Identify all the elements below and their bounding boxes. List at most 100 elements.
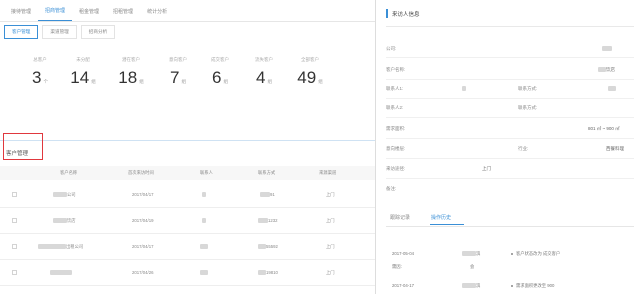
field-label-floor: 意向楼层: xyxy=(386,146,406,151)
stat-value: 6 xyxy=(212,68,222,87)
field-label-industry: 行业: xyxy=(518,146,529,151)
stat-closed[interactable]: 成交客户 6组 xyxy=(200,57,240,88)
column-header-name[interactable]: 客户名称 xyxy=(60,170,77,176)
visitor-detail-pane: 来访人信息 公司: 客户名称: 饮店 联系人1: 联系方式: 联系人2: 联系方… xyxy=(376,0,640,294)
stat-label: 潜在客户 xyxy=(122,57,140,62)
column-header-contact[interactable]: 联系人 xyxy=(200,170,213,176)
stat-unit: 组 xyxy=(267,79,272,84)
cell-source: 上门 xyxy=(326,192,335,197)
tab-investment[interactable]: 招商管理 xyxy=(38,7,73,21)
field-value-area: 801 ㎡ ~ 900 ㎡ xyxy=(588,126,620,131)
table-row[interactable]: 公司 2017/04/17 91 上门 xyxy=(0,183,375,208)
stat-label: 成交客户 xyxy=(211,57,229,62)
log-user: 滨 xyxy=(476,251,481,256)
table-row[interactable]: 2017/04/26 19810 上门 xyxy=(0,261,375,286)
app-root: 接待管理 招商管理 租金管理 招租管理 统计分析 客户管理 渠道管理 招商分析 … xyxy=(0,0,640,294)
redacted-text xyxy=(38,244,66,250)
redacted-text xyxy=(53,192,67,198)
cell-name: 公司 xyxy=(67,192,76,197)
field-value-industry: 西餐料理 xyxy=(606,146,624,151)
header-divider xyxy=(386,26,634,27)
log-date: 2017-05-04 xyxy=(392,251,414,256)
field-label-area: 需求面积: xyxy=(386,126,406,131)
tab-statistics[interactable]: 统计分析 xyxy=(140,8,174,21)
cell-date: 2017/04/19 xyxy=(132,218,154,223)
log-note: 需因: xyxy=(392,264,402,269)
log-note: 会 xyxy=(470,264,475,269)
redacted-text xyxy=(608,86,616,92)
redacted-text xyxy=(462,283,476,289)
cell-date: 2017/04/17 xyxy=(132,244,154,249)
field-divider xyxy=(386,158,634,159)
stat-unassigned[interactable]: 未分配 14 组 xyxy=(63,57,103,88)
top-navigation: 接待管理 招商管理 租金管理 招租管理 统计分析 xyxy=(0,0,375,22)
field-divider xyxy=(386,117,634,118)
subtab-channel-management[interactable]: 渠道管理 xyxy=(42,25,77,39)
stat-unit: 组 xyxy=(91,79,96,84)
redacted-text xyxy=(462,251,476,257)
column-header-phone[interactable]: 联系方式 xyxy=(258,170,275,176)
field-divider xyxy=(386,57,634,58)
field-divider xyxy=(386,98,634,99)
field-value-customer-name: 饮店 xyxy=(606,67,615,72)
header-accent-bar xyxy=(386,9,388,18)
field-value-visit-channel: 上门 xyxy=(482,166,491,171)
stat-label: 全部客户 xyxy=(301,57,319,62)
subtab-investment-analysis[interactable]: 招商分析 xyxy=(80,25,116,39)
section-divider xyxy=(0,140,375,141)
row-checkbox[interactable] xyxy=(12,244,17,249)
tab-rent[interactable]: 租金管理 xyxy=(72,8,106,21)
log-action: 客户状态改为 成交客户 xyxy=(516,251,561,256)
stat-lost[interactable]: 流失客户 4组 xyxy=(244,57,284,88)
stat-value: 3 xyxy=(32,68,42,87)
tab-operation-history[interactable]: 操作历史 xyxy=(431,214,451,221)
row-checkbox[interactable] xyxy=(12,192,17,197)
stat-potential[interactable]: 潜在客户 18 组 xyxy=(111,57,151,88)
stat-label: 意向客户 xyxy=(169,57,187,62)
row-checkbox[interactable] xyxy=(12,218,17,223)
field-label-contact2: 联系人2: xyxy=(386,105,404,110)
log-action: 需求面积更改至 900 xyxy=(516,283,555,288)
table-header: 客户名称 首次来访时间 联系人 联系方式 来源渠道 xyxy=(0,166,375,180)
column-header-first-visit[interactable]: 首次来访时间 xyxy=(128,170,154,176)
cell-source: 上门 xyxy=(326,244,335,249)
redacted-text xyxy=(260,192,270,198)
cell-source: 上门 xyxy=(326,218,335,223)
cell-name: 饮店 xyxy=(67,218,76,223)
tabs-divider xyxy=(386,226,634,227)
stat-unit: 组 xyxy=(181,79,186,84)
stat-total[interactable]: 总客户 3个 xyxy=(20,57,60,88)
table-row[interactable]: 出租公司 2017/04/17 55592 上门 xyxy=(0,235,375,260)
tab-leasing[interactable]: 招租管理 xyxy=(106,8,140,21)
stat-intended[interactable]: 意向客户 7组 xyxy=(158,57,198,88)
row-checkbox[interactable] xyxy=(12,270,17,275)
field-label-visit-channel: 来访途径: xyxy=(386,166,406,171)
stats-bar: 总客户 3个 未分配 14 组 潜在客户 18 组 意向客户 7组 成交客户 6组 … xyxy=(0,57,375,107)
active-tab-indicator xyxy=(430,224,464,225)
cell-date: 2017/04/26 xyxy=(132,270,154,275)
column-header-source[interactable]: 来源渠道 xyxy=(319,170,336,176)
field-label-company: 公司: xyxy=(386,46,397,51)
stat-value: 49 xyxy=(297,68,317,87)
field-divider xyxy=(386,178,634,179)
redacted-text xyxy=(202,192,206,198)
section-title: 客户管理 xyxy=(6,151,29,157)
field-label-remarks: 备注: xyxy=(386,186,397,191)
field-label-phone1: 联系方式: xyxy=(518,86,538,91)
detail-title: 来访人信息 xyxy=(392,12,420,18)
tab-reception[interactable]: 接待管理 xyxy=(4,8,38,21)
subtab-customer-management[interactable]: 客户管理 xyxy=(4,25,39,39)
tab-follow-up-records[interactable]: 跟踪记录 xyxy=(390,214,410,221)
customer-list-pane: 接待管理 招商管理 租金管理 招租管理 统计分析 客户管理 渠道管理 招商分析 … xyxy=(0,0,375,294)
redacted-text xyxy=(50,270,72,276)
cell-source: 上门 xyxy=(326,270,335,275)
cell-name: 出租公司 xyxy=(66,244,84,249)
stat-value: 18 xyxy=(118,68,138,87)
stat-all[interactable]: 全部客户 49 组 xyxy=(290,57,330,88)
field-divider xyxy=(386,138,634,139)
redacted-text xyxy=(598,67,606,73)
table-row[interactable]: 饮店 2017/04/19 1232 上门 xyxy=(0,209,375,234)
field-label-contact1: 联系人1: xyxy=(386,86,404,91)
stat-label: 未分配 xyxy=(76,57,90,62)
cell-phone: 19810 xyxy=(266,270,278,275)
